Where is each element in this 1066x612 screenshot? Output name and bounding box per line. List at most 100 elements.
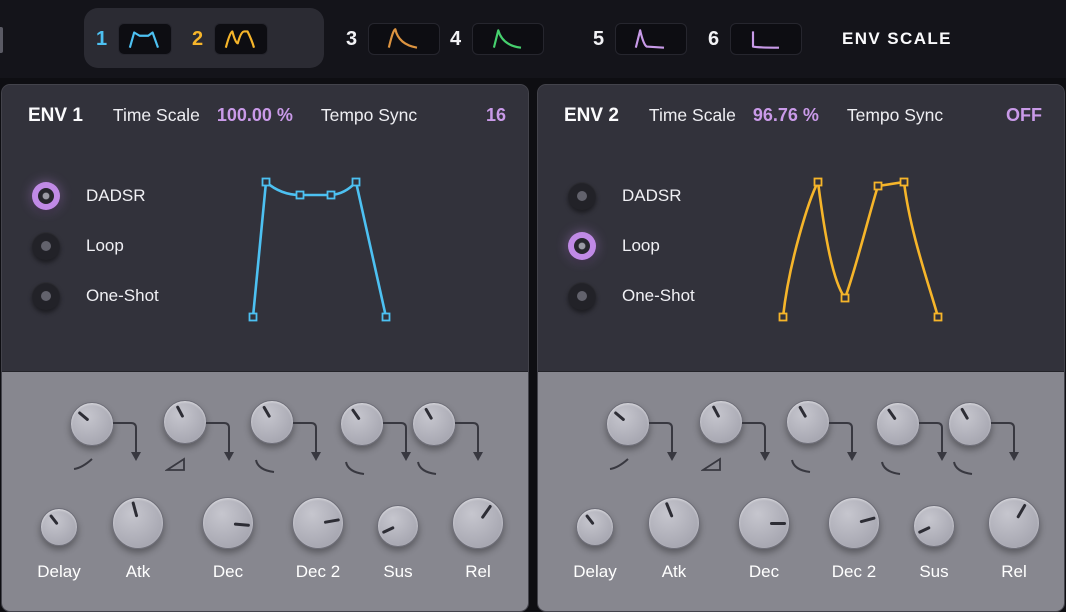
env-2-knob-section: Delay Atk Dec Dec 2 Sus Rel [538,371,1064,612]
tempo-sync-label: Tempo Sync [321,105,417,126]
stage-arrow-icon [648,414,680,466]
env-1-panel: ENV 1 Time Scale 100.00 % Tempo Sync 16 … [1,84,529,612]
stage-arrow-icon [828,414,860,466]
decay-label: Dec [719,562,809,582]
power-knob-4[interactable] [876,402,920,446]
env-1-envelope-editor[interactable] [235,167,433,339]
one-shot-radio-button[interactable] [32,282,60,310]
radio-one-shot[interactable]: One-Shot [568,282,695,310]
envelope-handle[interactable] [263,179,270,186]
power-knob-1[interactable] [606,402,650,446]
tab-env-1[interactable]: 1 [96,14,172,64]
envelope-handle[interactable] [328,192,335,199]
envelope-handle[interactable] [901,179,908,186]
tab-number: 5 [593,29,604,49]
release-knob[interactable] [988,497,1040,549]
env-4-curve-icon [472,23,544,55]
power-knob-5[interactable] [948,402,992,446]
radio-label: Loop [622,236,660,256]
radio-dadsr[interactable]: DADSR [568,182,682,210]
decay2-knob[interactable] [292,497,344,549]
envelope-handle[interactable] [250,314,257,321]
env-5-curve-icon [615,23,687,55]
radio-label: DADSR [622,186,682,206]
envelope-handle[interactable] [780,314,787,321]
decay2-knob[interactable] [828,497,880,549]
radio-label: DADSR [86,186,146,206]
attack-knob[interactable] [648,497,700,549]
attack-knob[interactable] [112,497,164,549]
tab-env-2[interactable]: 2 [192,14,268,64]
tab-number: 3 [346,29,357,49]
env-2-header: ENV 2 Time Scale 96.76 % Tempo Sync OFF [564,105,1042,127]
tempo-sync-value[interactable]: 16 [486,105,506,126]
tab-env-4[interactable]: 4 [450,14,544,64]
radio-dadsr[interactable]: DADSR [32,182,146,210]
tab-number: 2 [192,29,203,49]
radio-one-shot[interactable]: One-Shot [32,282,159,310]
stage-arrow-icon [382,414,414,466]
time-scale-value[interactable]: 96.76 % [753,105,819,126]
envelope-handle[interactable] [842,295,849,302]
envelope-handle[interactable] [297,192,304,199]
release-knob[interactable] [452,497,504,549]
power-knob-1[interactable] [70,402,114,446]
ramp-shape-icon [701,456,723,472]
stage-arrow-icon [918,414,950,466]
attack-label: Atk [93,562,183,582]
radio-label: Loop [86,236,124,256]
tab-env-3[interactable]: 3 [346,14,440,64]
power-knob-2[interactable] [699,400,743,444]
sustain-knob[interactable] [377,505,419,547]
stage-arrow-icon [454,414,486,466]
decay2-label: Dec 2 [809,562,899,582]
decay-knob[interactable] [202,497,254,549]
power-knob-2[interactable] [163,400,207,444]
delay-label: Delay [14,562,104,582]
env-2-panel: ENV 2 Time Scale 96.76 % Tempo Sync OFF … [537,84,1065,612]
loop-radio-button[interactable] [32,232,60,260]
release-label: Rel [433,562,523,582]
radio-loop[interactable]: Loop [568,232,660,260]
envelope-handle[interactable] [935,314,942,321]
tab-env-6[interactable]: 6 [708,14,802,64]
ramp-shape-icon [165,456,187,472]
curve-shape-icon [608,456,630,472]
dadsr-radio-button[interactable] [32,182,60,210]
power-knob-4[interactable] [340,402,384,446]
panel-title: ENV 1 [28,105,83,127]
power-knob-3[interactable] [786,400,830,444]
dadsr-radio-button[interactable] [568,182,596,210]
env-scale-label[interactable]: ENV SCALE [842,0,952,78]
time-scale-label: Time Scale [649,105,736,126]
curve-shape-icon [72,456,94,472]
envelope-handle[interactable] [383,314,390,321]
envelope-handle[interactable] [875,183,882,190]
decay-knob[interactable] [738,497,790,549]
delay-knob[interactable] [40,508,78,546]
tab-env-5[interactable]: 5 [593,14,687,64]
power-knob-5[interactable] [412,402,456,446]
envelope-handle[interactable] [353,179,360,186]
tempo-sync-label: Tempo Sync [847,105,943,126]
delay-knob[interactable] [576,508,614,546]
envelope-handle[interactable] [815,179,822,186]
radio-loop[interactable]: Loop [32,232,124,260]
power-knob-3[interactable] [250,400,294,444]
curve-shape-icon [416,460,438,476]
env-1-curve-icon [118,23,172,55]
tempo-sync-value[interactable]: OFF [1006,105,1042,126]
env-3-curve-icon [368,23,440,55]
sustain-knob[interactable] [913,505,955,547]
env-2-envelope-editor[interactable] [771,167,969,339]
time-scale-value[interactable]: 100.00 % [217,105,293,126]
panel-title: ENV 2 [564,105,619,127]
stage-arrow-icon [205,414,237,466]
curve-shape-icon [254,458,276,474]
tab-number: 1 [96,29,107,49]
env-1-display-area: ENV 1 Time Scale 100.00 % Tempo Sync 16 … [2,85,528,371]
tab-number: 4 [450,29,461,49]
curve-shape-icon [880,460,902,476]
one-shot-radio-button[interactable] [568,282,596,310]
loop-radio-button[interactable] [568,232,596,260]
